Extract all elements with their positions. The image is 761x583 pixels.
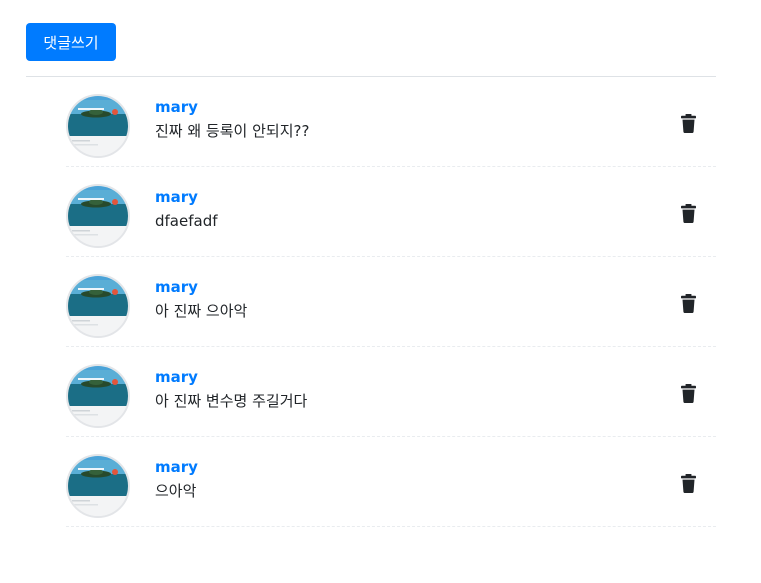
delete-comment-button[interactable] — [678, 472, 698, 494]
comment-list: mary 진짜 왜 등록이 안되지?? mary dfaefadf mary 아… — [66, 77, 716, 527]
avatar[interactable] — [66, 184, 130, 248]
comment-author[interactable]: mary — [155, 458, 198, 476]
delete-comment-button[interactable] — [678, 382, 698, 404]
island-photo-avatar-icon — [68, 186, 128, 246]
delete-comment-button[interactable] — [678, 112, 698, 134]
comment-author[interactable]: mary — [155, 98, 198, 116]
comment-content: dfaefadf — [155, 212, 218, 230]
comment-item: mary 진짜 왜 등록이 안되지?? — [66, 77, 716, 167]
delete-comment-button[interactable] — [678, 292, 698, 314]
island-photo-avatar-icon — [68, 96, 128, 156]
avatar[interactable] — [66, 454, 130, 518]
trash-icon — [680, 473, 696, 493]
island-photo-avatar-icon — [68, 366, 128, 426]
comment-author[interactable]: mary — [155, 368, 198, 386]
comment-author[interactable]: mary — [155, 278, 198, 296]
comment-author[interactable]: mary — [155, 188, 198, 206]
trash-icon — [680, 383, 696, 403]
delete-comment-button[interactable] — [678, 202, 698, 224]
comment-content: 아 진짜 변수명 주길거다 — [155, 392, 308, 410]
write-comment-button[interactable]: 댓글쓰기 — [26, 23, 116, 61]
avatar[interactable] — [66, 274, 130, 338]
trash-icon — [680, 113, 696, 133]
comment-item: mary dfaefadf — [66, 167, 716, 257]
comment-content: 으아악 — [155, 482, 197, 500]
island-photo-avatar-icon — [68, 456, 128, 516]
comment-item: mary 아 진짜 변수명 주길거다 — [66, 347, 716, 437]
avatar[interactable] — [66, 94, 130, 158]
trash-icon — [680, 203, 696, 223]
comment-item: mary 으아악 — [66, 437, 716, 527]
island-photo-avatar-icon — [68, 276, 128, 336]
comment-content: 아 진짜 으아악 — [155, 302, 248, 320]
trash-icon — [680, 293, 696, 313]
comment-item: mary 아 진짜 으아악 — [66, 257, 716, 347]
avatar[interactable] — [66, 364, 130, 428]
comment-content: 진짜 왜 등록이 안되지?? — [155, 122, 310, 140]
